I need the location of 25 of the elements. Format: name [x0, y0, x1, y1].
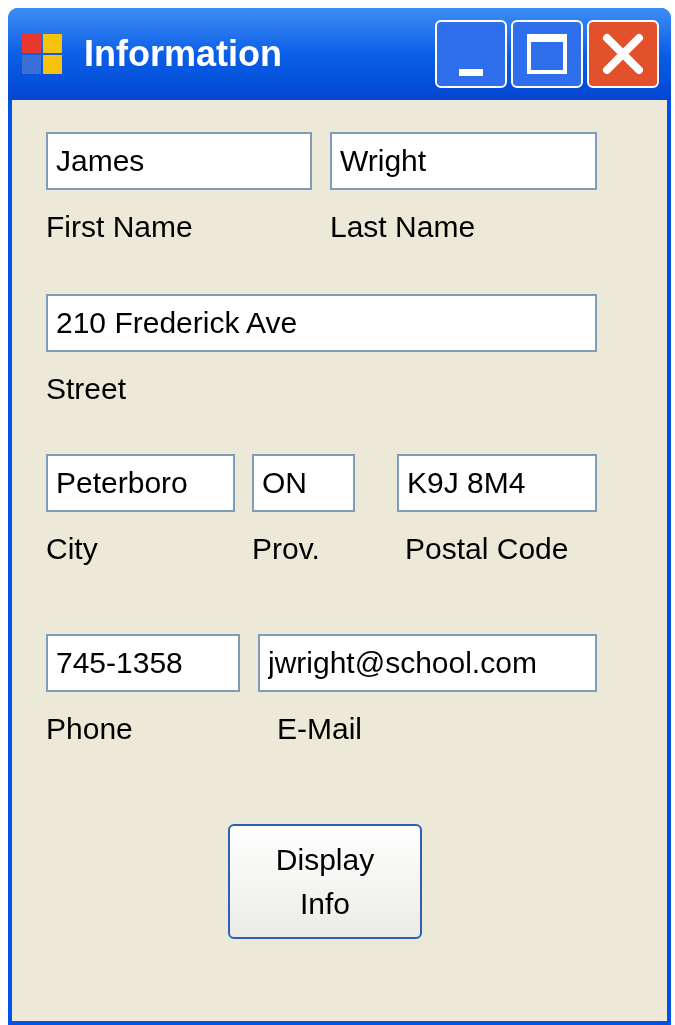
text-field[interactable]: jwright@school.com [258, 634, 597, 692]
field-label: First Name [46, 209, 193, 245]
field-label: Last Name [330, 209, 476, 245]
app-icon [20, 32, 64, 76]
field-label: Street [46, 371, 127, 407]
text-field[interactable]: ON [252, 454, 355, 512]
text-field[interactable]: 745-1358 [46, 634, 240, 692]
minimize-button[interactable] [435, 20, 507, 88]
close-button[interactable] [587, 20, 659, 88]
text-field[interactable]: Peterboro [46, 454, 235, 512]
text-field[interactable]: 210 Frederick Ave [46, 294, 597, 352]
maximize-icon [527, 34, 567, 74]
minimize-icon [459, 69, 483, 76]
display-info-button[interactable]: Display Info [228, 824, 422, 939]
field-label: Phone [46, 711, 133, 747]
text-field[interactable]: James [46, 132, 312, 190]
field-label: Postal Code [405, 531, 569, 567]
window-title: Information [84, 32, 282, 76]
maximize-button[interactable] [511, 20, 583, 88]
close-icon [601, 32, 645, 76]
text-field[interactable]: Wright [330, 132, 597, 190]
field-label: City [46, 531, 98, 567]
field-label: E-Mail [277, 711, 362, 747]
field-label: Prov. [252, 531, 320, 567]
text-field[interactable]: K9J 8M4 [397, 454, 597, 512]
